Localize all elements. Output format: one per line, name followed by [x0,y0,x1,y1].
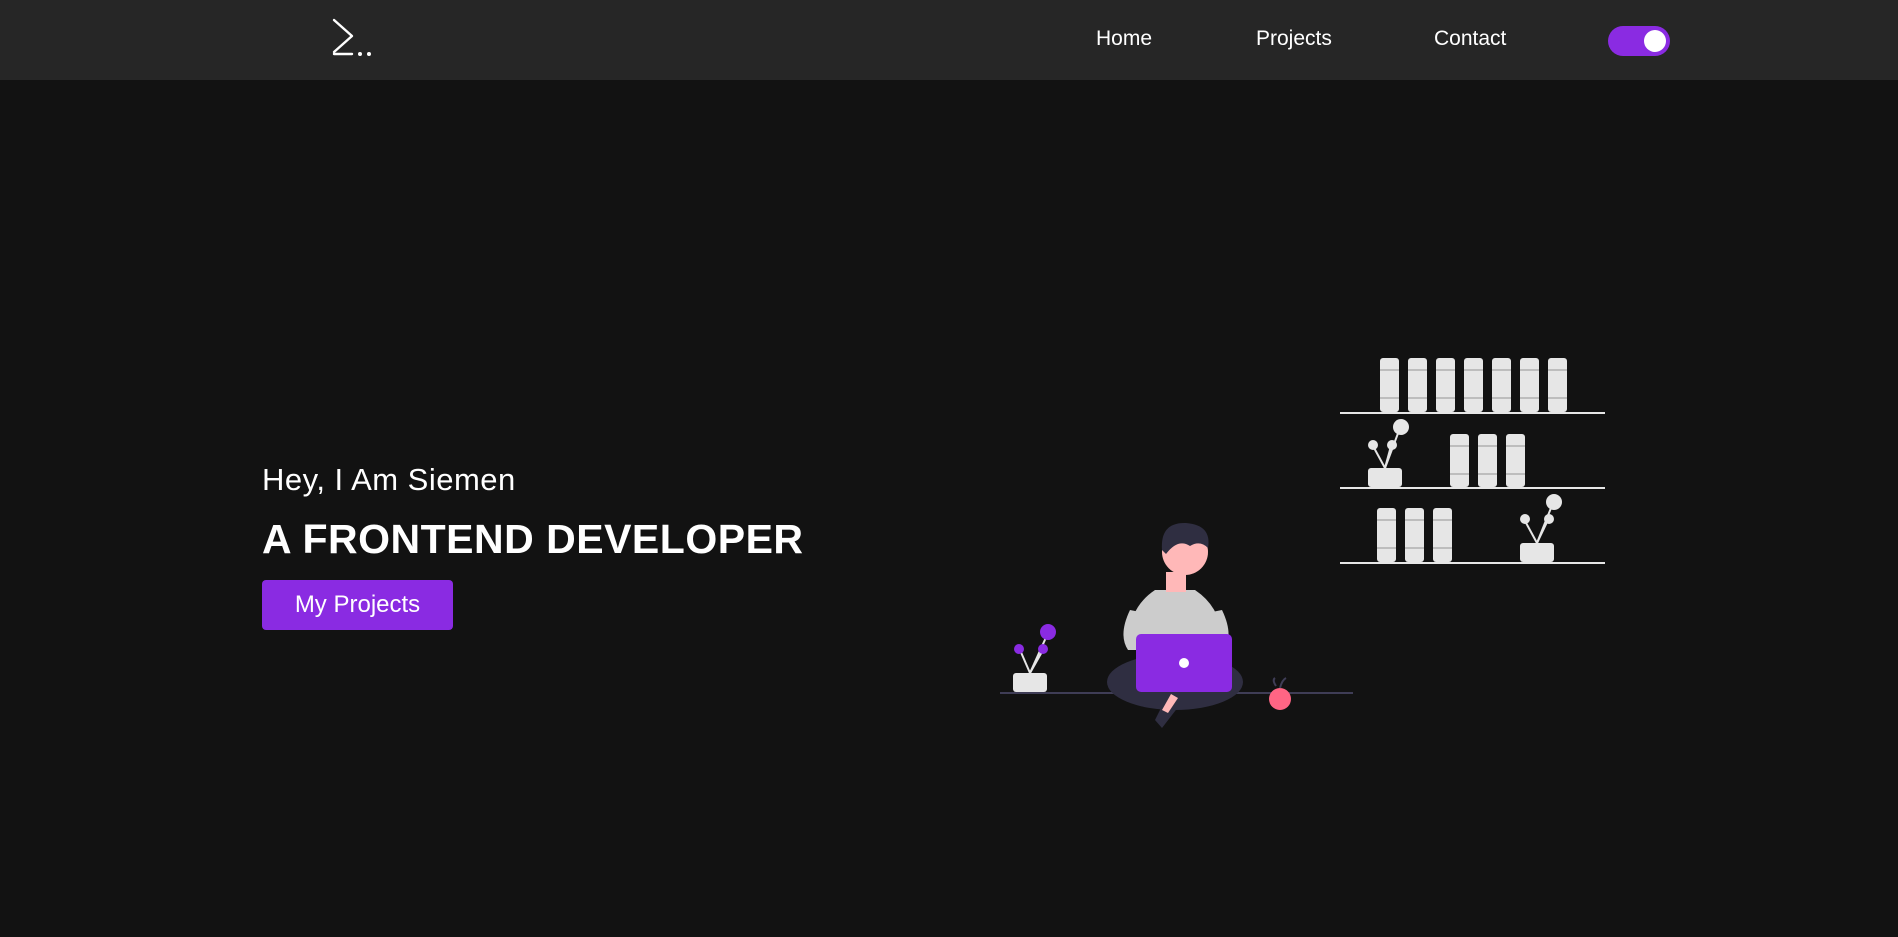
logo-icon [332,18,371,56]
apple-illustration [1269,677,1291,710]
theme-toggle[interactable] [1608,26,1670,56]
nav-link-home[interactable]: Home [1096,27,1152,51]
plant-illustration [1013,624,1056,692]
theme-toggle-knob [1644,30,1666,52]
developer-illustration [1000,358,1605,728]
bookshelf-illustration [1340,358,1605,564]
logo[interactable] [326,14,378,60]
nav-link-contact[interactable]: Contact [1434,27,1506,51]
nav-link-projects[interactable]: Projects [1256,27,1332,51]
hero-greeting: Hey, I Am Siemen [262,462,516,497]
hero-title: A FRONTEND DEVELOPER [262,516,804,562]
my-projects-button[interactable]: My Projects [262,580,453,630]
person-illustration [1107,522,1243,728]
navbar: Home Projects Contact [0,0,1898,80]
